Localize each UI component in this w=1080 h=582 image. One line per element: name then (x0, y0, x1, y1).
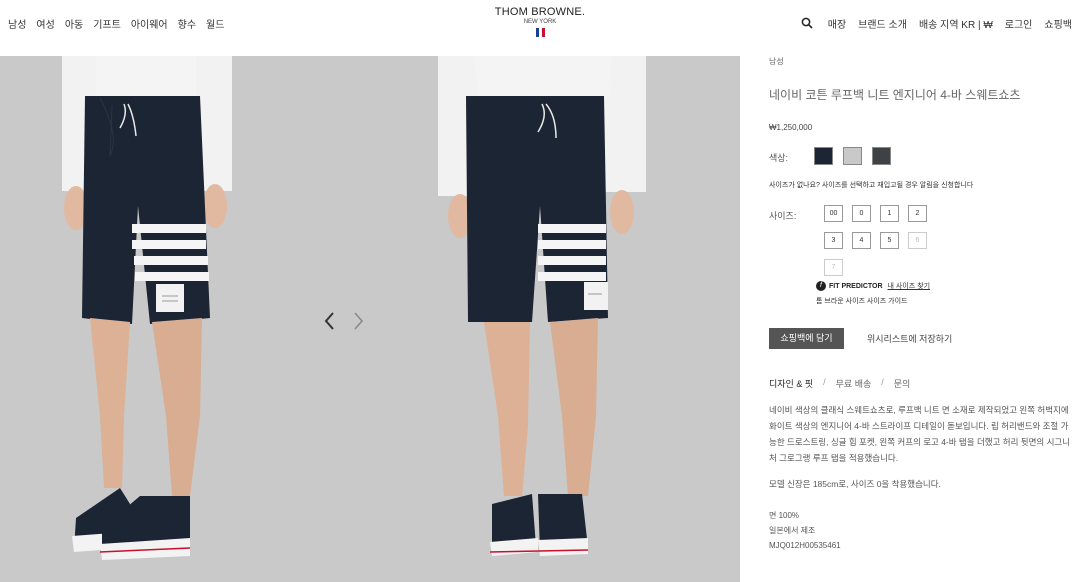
logo-subtext: NEW YORK (523, 19, 557, 25)
wishlist-button[interactable]: 위시리스트에 저장하기 (867, 332, 952, 345)
nav-men[interactable]: 남성 (8, 16, 26, 31)
fit-predictor-brand: FIT PREDICTOR (829, 282, 883, 290)
add-to-bag-button[interactable]: 쇼핑백에 담기 (769, 328, 844, 349)
product-gallery (0, 56, 740, 582)
breadcrumb[interactable]: 남성 (769, 56, 784, 67)
material: 면 100% (769, 511, 800, 520)
size-guide-link[interactable]: 톰 브라운 사이즈 사이즈 가이드 (816, 296, 908, 306)
size-option[interactable]: 2 (908, 205, 927, 222)
color-swatch-grey[interactable] (843, 147, 862, 165)
product-title: 네이비 코튼 루프백 니트 엔지니어 4-바 스웨트쇼츠 (769, 88, 1021, 102)
nav-eyewear[interactable]: 아이웨어 (131, 16, 168, 31)
nav-fragrance[interactable]: 향수 (178, 16, 196, 31)
product-sku: MJQ012H00535461 (769, 541, 841, 550)
logo-text: THOM BROWNE. (494, 6, 586, 18)
tab-free-shipping[interactable]: 무료 배송 (836, 377, 872, 390)
product-image-front (438, 56, 646, 556)
fit-predictor-icon: f (816, 281, 826, 291)
size-label: 사이즈: (769, 211, 797, 221)
model-size-note: 모델 신장은 185cm로, 사이즈 0을 착용했습니다. (769, 479, 941, 489)
find-my-size-link[interactable]: 내 사이즈 찾기 (888, 281, 931, 291)
tricolor-flag-icon (490, 28, 590, 37)
nav-world[interactable]: 월드 (206, 16, 224, 31)
chevron-left-icon[interactable] (323, 311, 337, 331)
tab-design-fit[interactable]: 디자인 & 핏 (769, 377, 813, 390)
tab-separator: / (823, 377, 826, 387)
tab-separator: / (881, 377, 884, 387)
main-nav: 남성 여성 아동 기프트 아이웨어 향수 월드 (8, 16, 224, 31)
color-swatches (814, 147, 891, 165)
product-meta: 면 100% 일본에서 제조 MJQ012H00535461 (769, 508, 841, 553)
size-option-unavailable[interactable]: 6 (908, 232, 927, 249)
country-of-origin: 일본에서 제조 (769, 526, 816, 535)
nav-login[interactable]: 로그인 (1005, 16, 1033, 31)
size-option[interactable]: 3 (824, 232, 843, 249)
product-description: 네이비 색상의 클래식 스웨트쇼츠로, 루프백 니트 면 소재로 제작되었고 왼… (769, 405, 1071, 463)
info-tabs: 디자인 & 핏 / 무료 배송 / 문의 (769, 377, 910, 390)
fit-predictor: f FIT PREDICTOR 내 사이즈 찾기 (816, 281, 930, 291)
utility-nav: 매장 브랜드 소개 배송 지역 KR | ₩ 로그인 쇼핑백 (828, 16, 1072, 31)
product-details: 남성 네이비 코튼 루프백 니트 엔지니어 4-바 스웨트쇼츠 ₩1,250,0… (740, 56, 1080, 582)
nav-shipping-region[interactable]: 배송 지역 KR | ₩ (919, 16, 993, 31)
nav-brand[interactable]: 브랜드 소개 (858, 16, 907, 31)
size-option[interactable]: 1 (880, 205, 899, 222)
search-icon[interactable] (801, 17, 813, 29)
tab-inquiry[interactable]: 문의 (894, 377, 911, 390)
color-swatch-navy[interactable] (814, 147, 833, 165)
nav-stores[interactable]: 매장 (828, 16, 846, 31)
product-image-angle (62, 56, 232, 560)
header: 남성 여성 아동 기프트 아이웨어 향수 월드 THOM BROWNE. NEW… (0, 0, 1080, 56)
brand-logo[interactable]: THOM BROWNE. NEW YORK (490, 6, 590, 37)
nav-shopping-bag[interactable]: 쇼핑백 (1044, 16, 1072, 31)
size-option[interactable]: 00 (824, 205, 843, 222)
chevron-right-icon[interactable] (351, 311, 365, 331)
size-restock-note: 사이즈가 없나요? 사이즈를 선택하고 재입고될 경우 알림을 신청합니다 (769, 182, 974, 189)
color-swatch-charcoal[interactable] (872, 147, 891, 165)
product-price: ₩1,250,000 (769, 123, 813, 132)
color-label: 색상: (769, 153, 789, 163)
nav-kids[interactable]: 아동 (65, 16, 83, 31)
size-selector: 00 0 1 2 3 4 5 6 7 (824, 205, 944, 276)
size-option[interactable]: 4 (852, 232, 871, 249)
size-option[interactable]: 0 (852, 205, 871, 222)
size-option-unavailable[interactable]: 7 (824, 259, 843, 276)
nav-women[interactable]: 여성 (36, 16, 54, 31)
nav-gifts[interactable]: 기프트 (93, 16, 121, 31)
size-option[interactable]: 5 (880, 232, 899, 249)
